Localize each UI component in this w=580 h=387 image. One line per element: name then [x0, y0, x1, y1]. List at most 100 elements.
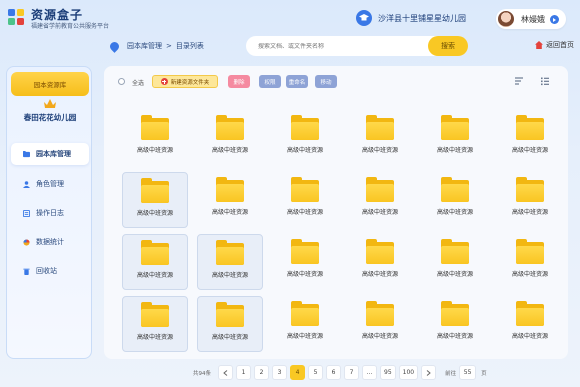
folder-icon	[291, 239, 319, 264]
folder-item[interactable]: 高级中班资源	[422, 172, 488, 228]
folder-icon	[441, 177, 469, 202]
list-view-icon[interactable]	[540, 76, 550, 86]
move-button[interactable]: 移动	[315, 75, 337, 88]
app-logo-icon	[8, 9, 24, 25]
page-number-button[interactable]: 100	[398, 365, 419, 380]
toolbar: 全选 新建资源文件夹 删除 权限 重命名 移动	[104, 66, 568, 96]
folder-label: 高级中班资源	[211, 334, 248, 341]
page-number-button[interactable]: 7	[344, 365, 359, 380]
page-ellipsis: ...	[362, 365, 377, 380]
rename-button[interactable]: 重命名	[286, 75, 308, 88]
sidebar-item-recycle[interactable]: 回收站	[11, 260, 89, 282]
folder-item[interactable]: 高级中班资源	[122, 110, 188, 166]
sidebar-item-logs[interactable]: 操作日志	[11, 202, 89, 224]
folder-item[interactable]: 高级中班资源	[347, 234, 413, 290]
folder-label: 高级中班资源	[286, 209, 323, 216]
user-menu[interactable]: 林嫚娥	[496, 9, 566, 29]
location-pin-icon	[108, 39, 121, 53]
folder-item[interactable]: 高级中班资源	[272, 110, 338, 166]
folder-icon	[216, 302, 244, 327]
folder-icon	[366, 115, 394, 140]
main-panel: 全选 新建资源文件夹 删除 权限 重命名 移动 高级中班资源 高级中班资源 高级中班…	[104, 66, 568, 359]
select-all-checkbox[interactable]	[118, 78, 125, 85]
folder-item[interactable]: 高级中班资源	[197, 110, 263, 166]
folder-item[interactable]: 高级中班资源	[272, 296, 338, 352]
folder-icon	[366, 301, 394, 326]
folder-label: 高级中班资源	[211, 147, 248, 154]
folder-label: 高级中班资源	[511, 333, 548, 340]
search-bar: 搜索	[246, 36, 468, 56]
page-number-button[interactable]: 2	[254, 365, 269, 380]
log-icon	[23, 209, 30, 217]
folder-label: 高级中班资源	[361, 147, 398, 154]
chevron-left-icon	[223, 369, 228, 376]
search-input[interactable]	[246, 42, 426, 50]
page-number-button[interactable]: 4	[290, 365, 305, 380]
folder-icon	[441, 301, 469, 326]
sidebar-item-library[interactable]: 园本库管理	[11, 143, 89, 165]
folder-label: 高级中班资源	[511, 147, 548, 154]
folder-item[interactable]: 高级中班资源	[422, 234, 488, 290]
graduation-cap-icon	[356, 10, 372, 26]
folder-icon	[141, 115, 169, 140]
folder-label: 高级中班资源	[136, 334, 173, 341]
new-folder-button[interactable]: 新建资源文件夹	[152, 75, 218, 88]
sidebar-item-stats[interactable]: 数据统计	[11, 231, 89, 253]
breadcrumb-separator: >	[166, 42, 172, 50]
folder-icon	[516, 301, 544, 326]
page-number-button[interactable]: 6	[326, 365, 341, 380]
folder-item[interactable]: 高级中班资源	[347, 296, 413, 352]
folder-item[interactable]: 高级中班资源	[422, 110, 488, 166]
sidebar: 园本资源库 春田花花幼儿园 园本库管理 角色管理 操作日志 数据统计 回收站	[6, 66, 92, 359]
folder-icon	[516, 115, 544, 140]
sidebar-item-roles[interactable]: 角色管理	[11, 173, 89, 195]
next-page-button[interactable]	[421, 365, 437, 380]
folder-item[interactable]: 高级中班资源	[272, 172, 338, 228]
folder-grid: 高级中班资源 高级中班资源 高级中班资源 高级中班资源 高级中班资源 高级中班资源 高级中班…	[116, 108, 556, 356]
folder-item[interactable]: 高级中班资源	[122, 234, 188, 290]
breadcrumb-item-current: 目录列表	[175, 42, 204, 50]
folder-icon	[441, 115, 469, 140]
folder-icon	[291, 177, 319, 202]
delete-button[interactable]: 删除	[228, 75, 250, 88]
folder-item[interactable]: 高级中班资源	[347, 172, 413, 228]
page-number-button[interactable]: 3	[272, 365, 287, 380]
folder-item[interactable]: 高级中班资源	[272, 234, 338, 290]
back-home-link[interactable]: 返回首页	[535, 40, 574, 50]
folder-item[interactable]: 高级中班资源	[197, 296, 263, 352]
page-number-button[interactable]: 95	[380, 365, 396, 380]
page-number-button[interactable]: 5	[308, 365, 323, 380]
user-icon	[23, 180, 30, 188]
folder-icon	[291, 301, 319, 326]
permission-button[interactable]: 权限	[259, 75, 281, 88]
folder-item[interactable]: 高级中班资源	[497, 234, 563, 290]
school-name: 沙洋县十里铺星星幼儿园	[378, 13, 466, 23]
prev-page-button[interactable]	[218, 365, 233, 380]
folder-label: 高级中班资源	[286, 147, 323, 154]
jump-label: 前往	[445, 370, 457, 377]
folder-label: 高级中班资源	[436, 209, 473, 216]
sidebar-item-label: 回收站	[36, 267, 57, 275]
select-all-label: 全选	[132, 80, 145, 87]
folder-label: 高级中班资源	[361, 333, 398, 340]
folder-item[interactable]: 高级中班资源	[497, 172, 563, 228]
folder-icon	[141, 302, 169, 327]
breadcrumb-item-root[interactable]: 园本库管理	[127, 41, 162, 51]
page-number-button[interactable]: 1	[236, 365, 251, 380]
folder-item[interactable]: 高级中班资源	[122, 296, 188, 352]
folder-item[interactable]: 高级中班资源	[497, 110, 563, 166]
folder-label: 高级中班资源	[436, 333, 473, 340]
search-button[interactable]: 搜索	[428, 36, 468, 56]
avatar	[498, 11, 514, 27]
folder-item[interactable]: 高级中班资源	[497, 296, 563, 352]
folder-item[interactable]: 高级中班资源	[347, 110, 413, 166]
school-selector[interactable]: 沙洋县十里铺星星幼儿园	[356, 10, 466, 26]
jump-page-input[interactable]: 55	[459, 365, 477, 380]
user-name: 林嫚娥	[521, 14, 545, 24]
folder-item[interactable]: 高级中班资源	[122, 172, 188, 228]
folder-item[interactable]: 高级中班资源	[197, 172, 263, 228]
app-subtitle: 福建省学前教育公共服务平台	[31, 23, 110, 30]
folder-item[interactable]: 高级中班资源	[197, 234, 263, 290]
folder-item[interactable]: 高级中班资源	[422, 296, 488, 352]
sort-icon[interactable]	[514, 76, 524, 86]
